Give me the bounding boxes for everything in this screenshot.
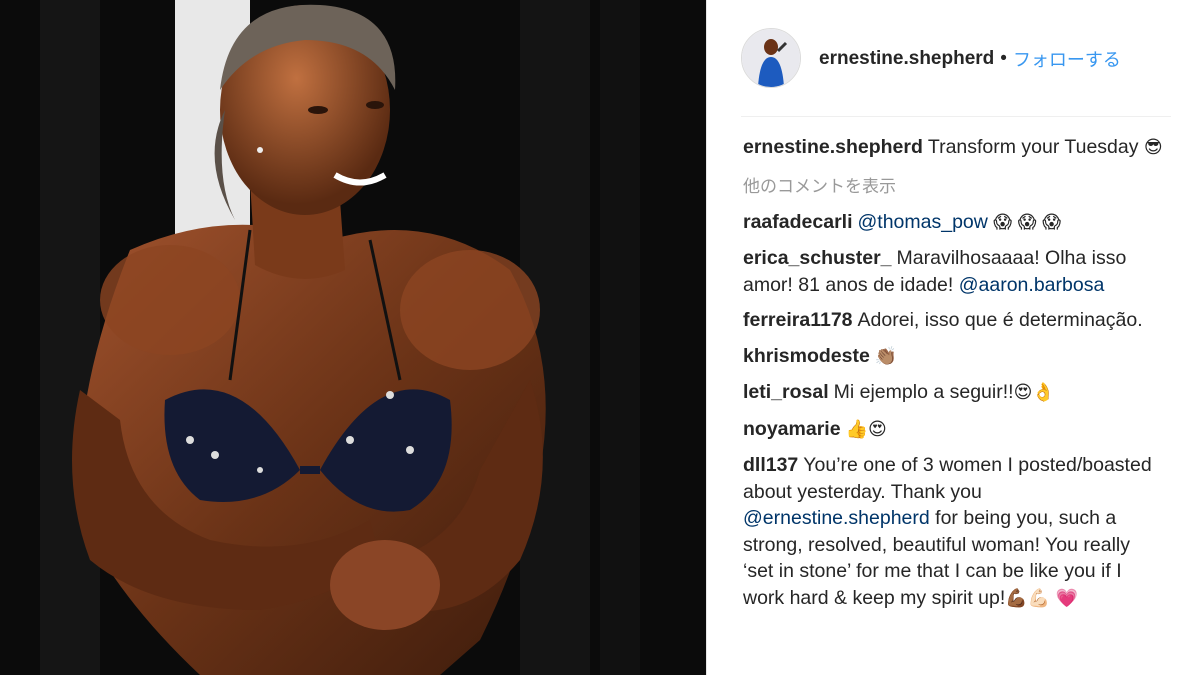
comment-item: raafadecarli @thomas_pow 😱 😱 😱 bbox=[743, 209, 1163, 237]
follow-button[interactable]: フォローする bbox=[1013, 46, 1121, 72]
comment-username[interactable]: leti_rosal bbox=[743, 381, 829, 403]
comment-item: khrismodeste 👏🏽 bbox=[743, 343, 1163, 371]
post-image bbox=[0, 0, 706, 675]
comment-mention[interactable]: @ernestine.shepherd bbox=[743, 507, 930, 529]
author-username[interactable]: ernestine.shepherd bbox=[819, 48, 994, 70]
caption-username[interactable]: ernestine.shepherd bbox=[743, 136, 923, 158]
header-text: ernestine.shepherd • フォローする bbox=[819, 46, 1121, 72]
comment-username[interactable]: erica_schuster_ bbox=[743, 247, 892, 269]
comment-mention[interactable]: @thomas_pow bbox=[858, 211, 988, 233]
comment-mention[interactable]: @aaron.barbosa bbox=[959, 274, 1105, 296]
comment-item: dll137 You’re one of 3 women I posted/boa… bbox=[743, 452, 1163, 612]
comment-username[interactable]: khrismodeste bbox=[743, 345, 870, 367]
comments-panel: ernestine.shepherd • フォローする ernestine.sh… bbox=[706, 0, 1199, 675]
comment-text: Mi ejemplo a seguir!! bbox=[833, 381, 1014, 403]
comment-item: noyamarie 👍😍 bbox=[743, 416, 1163, 444]
avatar[interactable] bbox=[741, 28, 801, 88]
sunglasses-emoji: 😎 bbox=[1143, 137, 1163, 158]
comment-username[interactable]: dll137 bbox=[743, 454, 798, 476]
scream-emoji: 😱 😱 😱 bbox=[993, 211, 1062, 233]
flexed-biceps-emoji: 💪🏾💪🏻 bbox=[1005, 587, 1051, 609]
post-caption: ernestine.shepherd Transform your Tuesday… bbox=[743, 134, 1163, 162]
avatar-image bbox=[742, 29, 800, 87]
separator-dot: • bbox=[1000, 48, 1007, 69]
comment-item: leti_rosal Mi ejemplo a seguir!!😍👌 bbox=[743, 379, 1163, 407]
comment-text: Adorei, isso que é determinação. bbox=[857, 309, 1143, 331]
thumbs-up-heart-eyes-emoji: 👍😍 bbox=[845, 418, 887, 440]
heart-eyes-ok-emoji: 😍👌 bbox=[1013, 382, 1055, 403]
comment-username[interactable]: raafadecarli bbox=[743, 211, 853, 233]
comment-username[interactable]: noyamarie bbox=[743, 418, 841, 440]
heart-emoji: 💗 bbox=[1055, 587, 1078, 609]
post-photo[interactable] bbox=[0, 0, 706, 675]
comment-item: erica_schuster_ Maravilhosaaaa! Olha isso… bbox=[743, 245, 1163, 298]
post-header: ernestine.shepherd • フォローする bbox=[741, 28, 1171, 117]
caption-text: Transform your Tuesday bbox=[927, 136, 1139, 158]
comment-username[interactable]: ferreira1178 bbox=[743, 309, 853, 331]
comment-text: You’re one of 3 women I posted/boasted a… bbox=[743, 454, 1152, 503]
clap-emoji: 👏🏽 bbox=[874, 345, 898, 367]
comment-list: ernestine.shepherd Transform your Tuesday… bbox=[743, 134, 1163, 621]
comment-item: ferreira1178 Adorei, isso que é determina… bbox=[743, 307, 1163, 334]
load-more-comments-button[interactable]: 他のコメントを表示 bbox=[743, 172, 1163, 197]
